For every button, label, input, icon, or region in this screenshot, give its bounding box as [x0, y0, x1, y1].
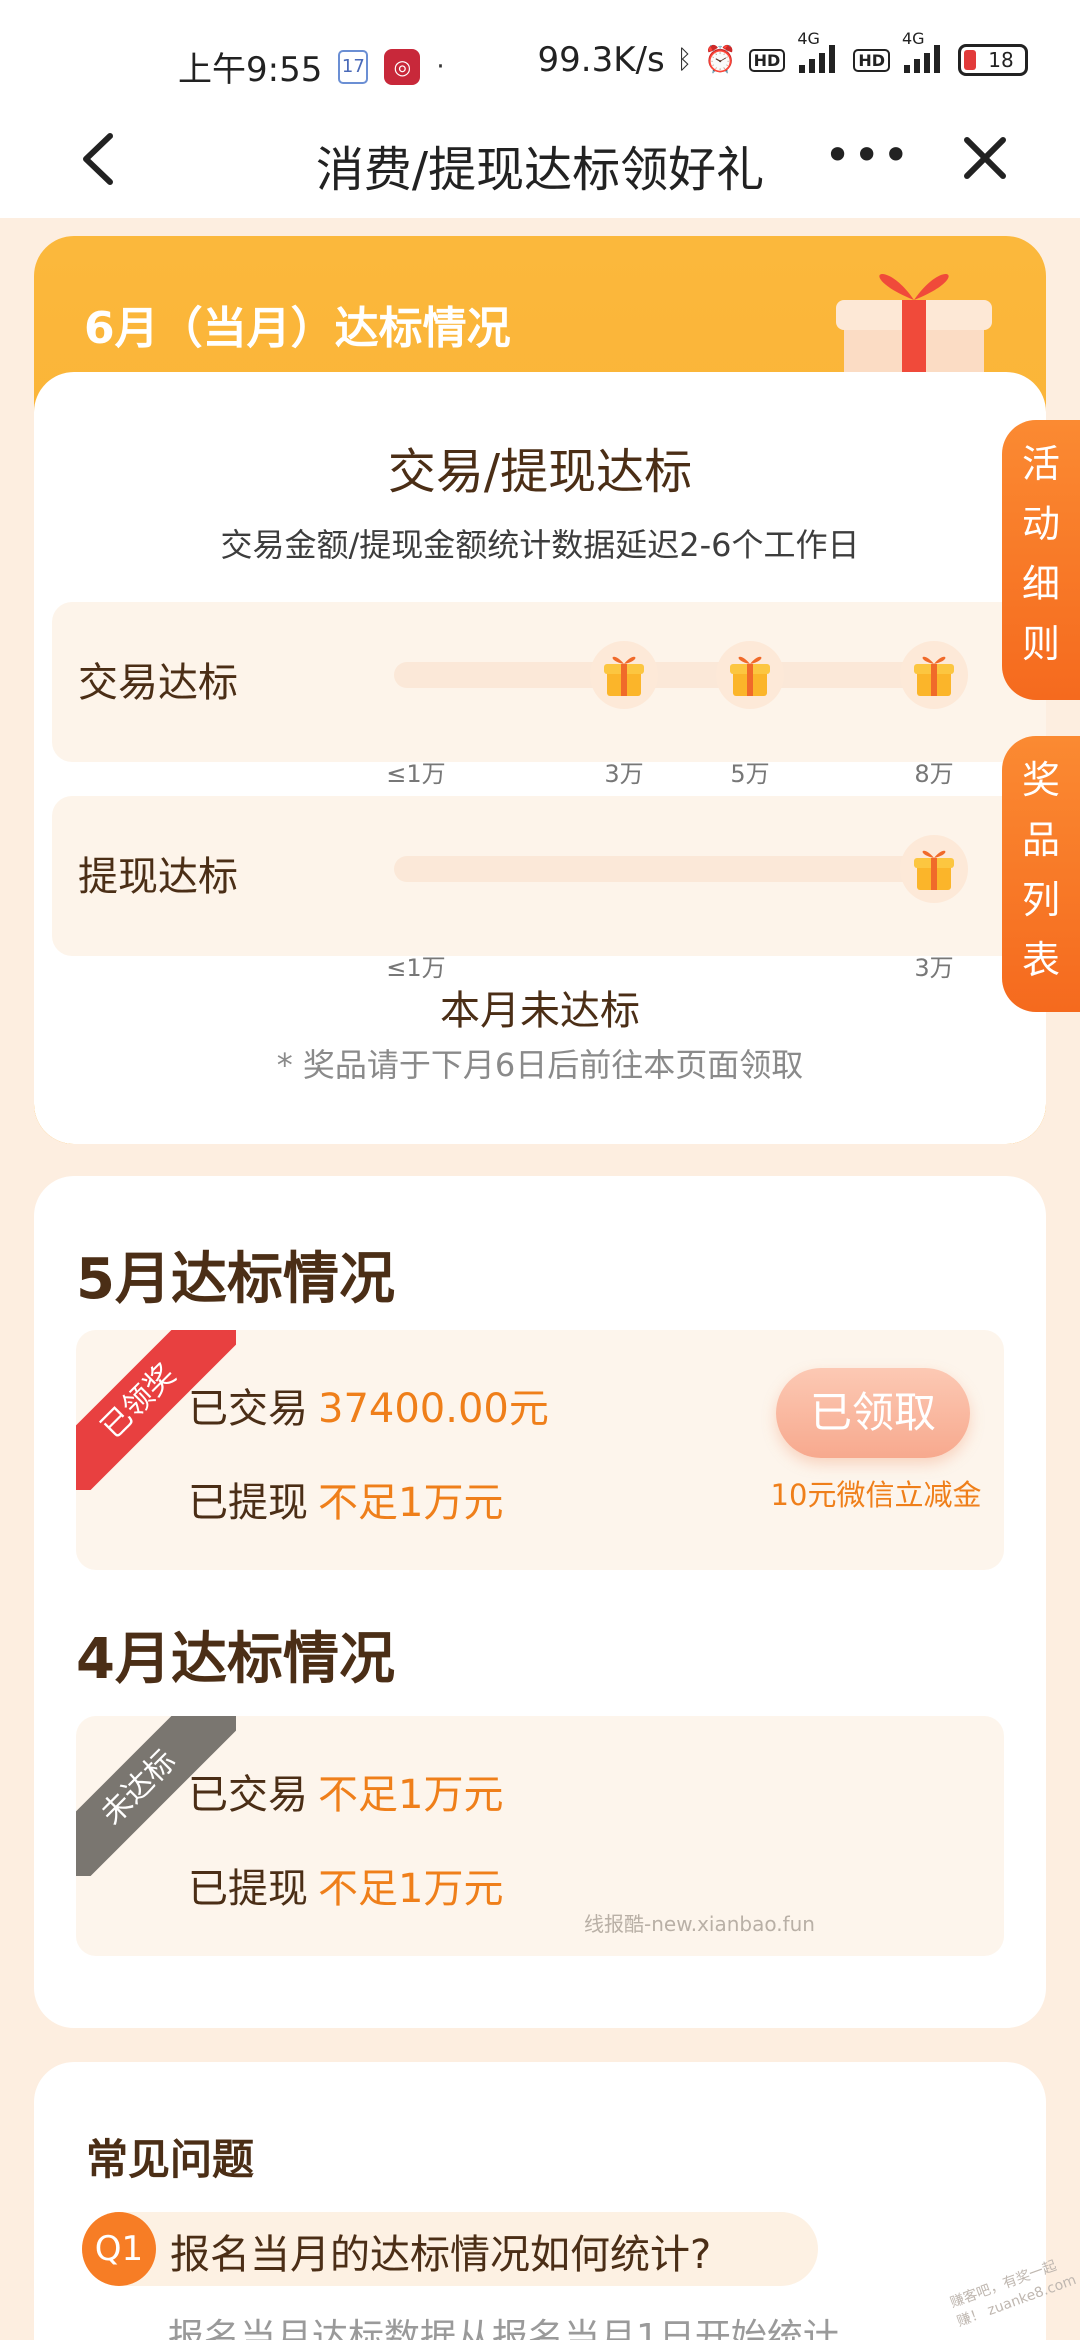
- milestone-label: 5万: [730, 760, 770, 788]
- trade-progress-track: ≤1万 3万 5万 8万: [386, 641, 968, 788]
- q1-badge: Q1: [82, 2212, 156, 2286]
- alarm-icon: ⏰: [704, 45, 737, 75]
- signal-icon: 4G: [797, 29, 841, 77]
- current-month-header: 6月（当月）达标情况: [84, 303, 511, 354]
- close-icon[interactable]: [955, 124, 1015, 194]
- april-trade-line: 已交易 不足1万元: [188, 1762, 503, 1820]
- faq-card: 常见问题 Q1 报名当月的达标情况如何统计? 报名当月达标数据从报名当月1日开始…: [34, 2062, 1046, 2340]
- battery-icon: 18: [958, 44, 1028, 76]
- bank-app-icon: ◎: [384, 48, 421, 85]
- network-speed: 99.3K/s: [537, 40, 665, 80]
- milestone-label: ≤1万: [386, 760, 446, 788]
- may-trade-line: 已交易 37400.00元: [188, 1376, 549, 1434]
- may-trade-value: 37400.00元: [318, 1386, 549, 1432]
- nav-bar: 消费/提现达标领好礼 •••: [0, 100, 1080, 218]
- status-left: 上午9:55 17 ◎ ·: [178, 42, 445, 91]
- calendar-icon: 17: [338, 49, 369, 84]
- status-right: 99.3K/s ᛒ ⏰ HD 4G HD 4G 18: [537, 29, 1028, 80]
- current-month-card: 6月（当月）达标情况 交易/提现达标 交易金额/提现金额统计数据延迟2-6个工作…: [34, 236, 1046, 1144]
- gift-icon: [900, 835, 968, 903]
- gift-icon: [590, 641, 658, 709]
- milestone-label: 8万: [914, 760, 954, 788]
- may-summary: 已领奖 已交易 37400.00元 已提现 不足1万元 已领取 10元微信立减金: [76, 1330, 1004, 1570]
- faq-question-text: 报名当月的达标情况如何统计?: [170, 2232, 712, 2278]
- may-withdraw-label: 已提现: [188, 1480, 308, 1526]
- month-status: 本月未达标: [440, 988, 640, 1034]
- april-withdraw-label: 已提现: [188, 1866, 308, 1912]
- may-withdraw-value: 不足1万元: [318, 1480, 504, 1526]
- watermark: 线报酷-new.xianbao.fun: [584, 1912, 815, 1936]
- trade-label: 交易达标: [78, 660, 238, 706]
- faq-question-1[interactable]: Q1 报名当月的达标情况如何统计?: [82, 2212, 818, 2286]
- target-subtitle: 交易金额/提现金额统计数据延迟2-6个工作日: [220, 526, 860, 564]
- prize-list-tab-label: 奖品列表: [1021, 758, 1060, 982]
- april-title: 4月达标情况: [76, 1627, 395, 1692]
- battery-level: 18: [988, 48, 1014, 72]
- april-trade-label: 已交易: [188, 1772, 308, 1818]
- may-trade-label: 已交易: [188, 1386, 308, 1432]
- rules-tab-label: 活动细则: [1021, 442, 1060, 666]
- gift-icon: [716, 641, 784, 709]
- claimed-button[interactable]: 已领取: [776, 1368, 970, 1458]
- may-withdraw-line: 已提现 不足1万元: [188, 1470, 503, 1528]
- rules-tab[interactable]: 活动细则: [1002, 420, 1080, 700]
- withdraw-progress-track: ≤1万 3万: [386, 835, 968, 982]
- network-type-1: 4G: [797, 29, 820, 48]
- prize-list-tab[interactable]: 奖品列表: [1002, 736, 1080, 1012]
- faq-title: 常见问题: [86, 2135, 255, 2184]
- faq-answer-1: 报名当月达标数据从报名当月1日开始统计: [168, 2317, 839, 2340]
- battery-fill: [964, 50, 976, 70]
- page-title: 消费/提现达标领好礼: [315, 142, 765, 198]
- signal-icon-2: 4G: [902, 29, 946, 77]
- trade-progress-row: 交易达标 ≤1万 3万 5万 8万: [52, 602, 1046, 788]
- withdraw-label: 提现达标: [78, 854, 238, 900]
- clock: 上午9:55: [178, 50, 323, 90]
- dot-icon: ·: [436, 51, 445, 82]
- april-trade-value: 不足1万元: [318, 1772, 504, 1818]
- reward-note: 10元微信立减金: [770, 1478, 982, 1512]
- hd-icon-2: HD: [853, 48, 890, 72]
- gift-icon: [900, 641, 968, 709]
- history-card: 5月达标情况 已领奖 已交易 37400.00元 已提现 不足1万元 已领取 10元…: [34, 1176, 1046, 2028]
- target-title: 交易/提现达标: [387, 444, 693, 500]
- withdraw-progress-row: 提现达标 ≤1万 3万: [52, 796, 1046, 982]
- april-withdraw-value: 不足1万元: [318, 1866, 504, 1912]
- prize-note: * 奖品请于下月6日后前往本页面领取: [276, 1046, 804, 1084]
- network-type-2: 4G: [902, 29, 925, 48]
- hd-icon: HD: [748, 48, 786, 72]
- milestone-label: 3万: [604, 760, 644, 788]
- more-menu-icon[interactable]: •••: [824, 128, 911, 182]
- may-title: 5月达标情况: [76, 1247, 395, 1312]
- bluetooth-icon: ᛒ: [676, 45, 693, 75]
- april-withdraw-line: 已提现 不足1万元: [188, 1856, 503, 1914]
- current-month-panel: 交易/提现达标 交易金额/提现金额统计数据延迟2-6个工作日 交易达标 ≤1万 …: [34, 372, 1046, 1144]
- april-summary: 未达标 已交易 不足1万元 已提现 不足1万元: [76, 1716, 1004, 1956]
